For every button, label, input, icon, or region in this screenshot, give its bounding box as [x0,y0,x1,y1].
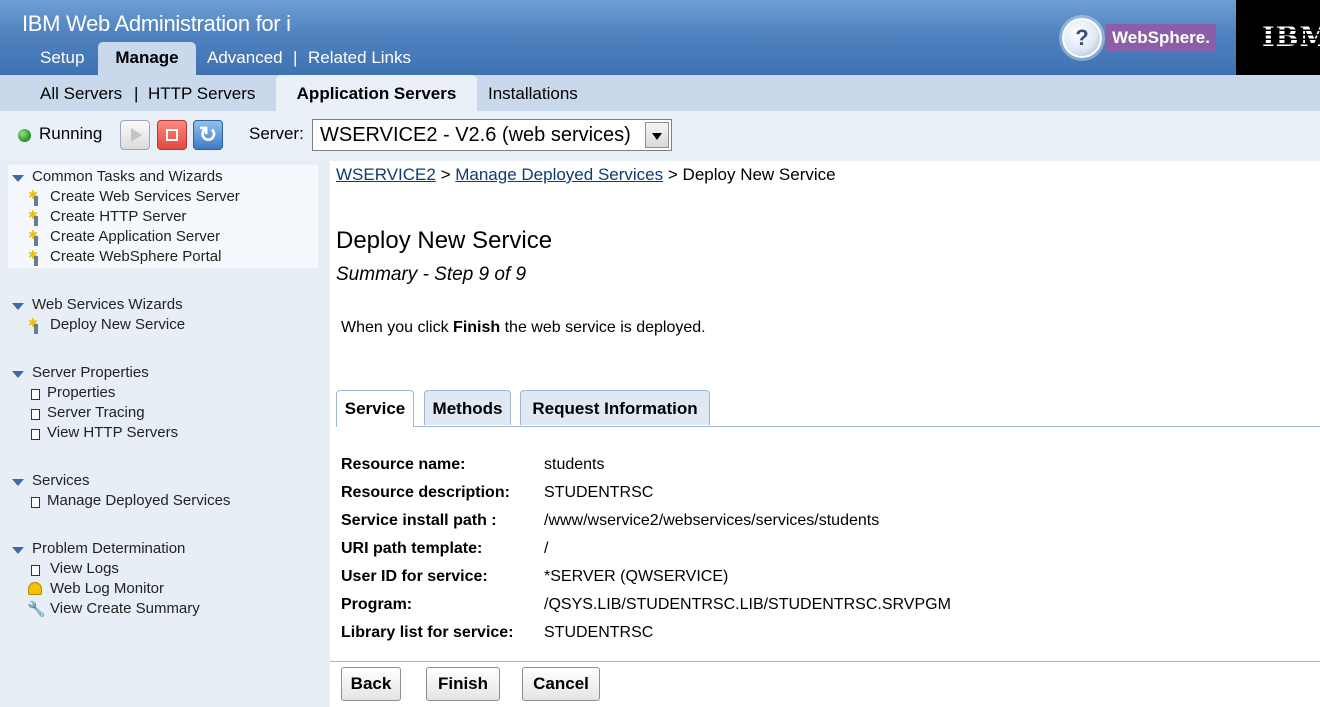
status-dot-icon [18,129,31,142]
nav-advanced[interactable]: Advanced [207,42,283,75]
sidebar-item-create-web-services-server[interactable]: Create Web Services Server [50,188,240,205]
subnav-separator: | [134,84,139,103]
wizard-icon: ✱ [28,209,41,226]
server-label: Server: [249,124,304,143]
sidebar-item-server-tracing[interactable]: Server Tracing [47,404,145,421]
document-icon [31,389,40,400]
sidebar: Common Tasks and Wizards ✱ Create Web Se… [0,161,330,707]
prop-value: STUDENTRSC [544,624,654,641]
breadcrumb-separator: > [440,165,451,184]
breadcrumb-manage-link[interactable]: Manage Deployed Services [455,165,663,184]
main-content: WSERVICE2 > Manage Deployed Services > D… [330,161,1320,707]
nav-related-links[interactable]: Related Links [308,42,411,75]
prop-value: *SERVER (QWSERVICE) [544,568,729,585]
help-icon[interactable]: ? [1062,18,1102,58]
server-select[interactable]: WSERVICE2 - V2.6 (web services) [312,119,672,151]
instruction-text: When you click Finish the web service is… [341,319,706,337]
sidebar-item-view-http-servers[interactable]: View HTTP Servers [47,424,178,441]
wizard-icon: ✱ [28,229,41,246]
prop-label: Library list for service: [341,624,514,641]
breadcrumb: WSERVICE2 > Manage Deployed Services > D… [336,165,836,185]
websphere-logo: WebSphere. [1106,24,1216,52]
prop-value: / [544,540,549,557]
stop-button[interactable] [157,120,187,150]
sidebar-item-deploy-new-service[interactable]: Deploy New Service [50,316,185,333]
ibm-logo: IBM [1262,22,1320,53]
page-title: Deploy New Service [336,227,553,254]
sidebar-item-view-logs[interactable]: View Logs [50,560,119,577]
breadcrumb-current: Deploy New Service [682,165,836,184]
divider [330,661,1320,662]
tab-methods[interactable]: Methods [424,390,511,425]
instruction-pre: When you click [341,319,454,336]
refresh-button[interactable]: ↻ [193,120,223,150]
prop-label: URI path template: [341,540,483,557]
app-title: IBM Web Administration for i [22,11,291,36]
ibm-logo-box: IBM [1236,0,1320,75]
wizard-icon: ✱ [28,317,41,334]
sidebar-item-web-log-monitor[interactable]: Web Log Monitor [50,580,164,597]
breadcrumb-separator: > [667,165,678,184]
sidebar-section-problem-determination[interactable]: Problem Determination [32,540,185,557]
subnav-installations[interactable]: Installations [488,75,578,111]
tab-service[interactable]: Service [336,390,414,427]
nav-manage[interactable]: Manage [98,42,196,75]
expand-triangle-icon[interactable] [12,175,24,182]
tab-request-information[interactable]: Request Information [520,390,710,425]
server-status: Running [39,124,103,143]
websphere-branding: ? WebSphere. [1048,18,1218,62]
sidebar-section-services[interactable]: Services [32,472,90,489]
document-icon [31,429,40,440]
sidebar-section-ws-wizards[interactable]: Web Services Wizards [32,296,183,313]
sub-nav: All Servers | HTTP Servers Application S… [0,75,1320,112]
prop-label: Service install path : [341,512,497,529]
subnav-application-servers[interactable]: Application Servers [276,75,477,111]
sidebar-item-create-websphere-portal[interactable]: Create WebSphere Portal [50,248,221,265]
subnav-http-servers[interactable]: HTTP Servers [148,75,255,111]
wizard-icon: ✱ [28,189,41,206]
expand-triangle-icon[interactable] [12,547,24,554]
nav-setup[interactable]: Setup [40,42,84,75]
prop-label: Program: [341,596,413,613]
wrench-icon: 🔧 [27,601,46,618]
sidebar-section-common-tasks[interactable]: Common Tasks and Wizards [32,168,223,185]
prop-label: Resource name: [341,456,466,473]
document-icon [31,497,40,508]
prop-label: User ID for service: [341,568,488,585]
expand-triangle-icon[interactable] [12,303,24,310]
top-banner: IBM Web Administration for i Setup Manag… [0,0,1320,75]
prop-label: Resource description: [341,484,510,501]
prop-value: /www/wservice2/webservices/services/stud… [544,512,880,529]
sidebar-item-create-application-server[interactable]: Create Application Server [50,228,220,245]
cancel-button[interactable]: Cancel [522,667,600,701]
document-icon [31,565,40,576]
server-select-value: WSERVICE2 - V2.6 (web services) [320,124,631,146]
chevron-down-icon[interactable] [645,122,669,148]
server-status-bar: Running ↻ Server: WSERVICE2 - V2.6 (web … [0,111,1320,161]
wizard-icon: ✱ [28,249,41,266]
finish-button[interactable]: Finish [426,667,500,701]
bell-icon [28,582,42,596]
document-icon [31,409,40,420]
step-label: Summary - Step 9 of 9 [336,264,527,285]
tab-bar: Service Methods Request Information [336,390,1320,427]
expand-triangle-icon[interactable] [12,371,24,378]
prop-value: /QSYS.LIB/STUDENTRSC.LIB/STUDENTRSC.SRVP… [544,596,951,613]
subnav-all-servers[interactable]: All Servers [40,75,122,111]
sidebar-item-create-http-server[interactable]: Create HTTP Server [50,208,186,225]
breadcrumb-server-link[interactable]: WSERVICE2 [336,165,436,184]
instruction-post: the web service is deployed. [500,319,706,336]
start-button[interactable] [120,120,150,150]
sidebar-item-manage-deployed-services[interactable]: Manage Deployed Services [47,492,230,509]
back-button[interactable]: Back [341,667,401,701]
prop-value: STUDENTRSC [544,484,654,501]
prop-value: students [544,456,605,473]
sidebar-item-view-create-summary[interactable]: View Create Summary [50,600,200,617]
nav-separator: | [293,48,298,67]
sidebar-section-server-properties[interactable]: Server Properties [32,364,149,381]
instruction-bold: Finish [453,319,501,336]
expand-triangle-icon[interactable] [12,479,24,486]
sidebar-item-properties[interactable]: Properties [47,384,115,401]
